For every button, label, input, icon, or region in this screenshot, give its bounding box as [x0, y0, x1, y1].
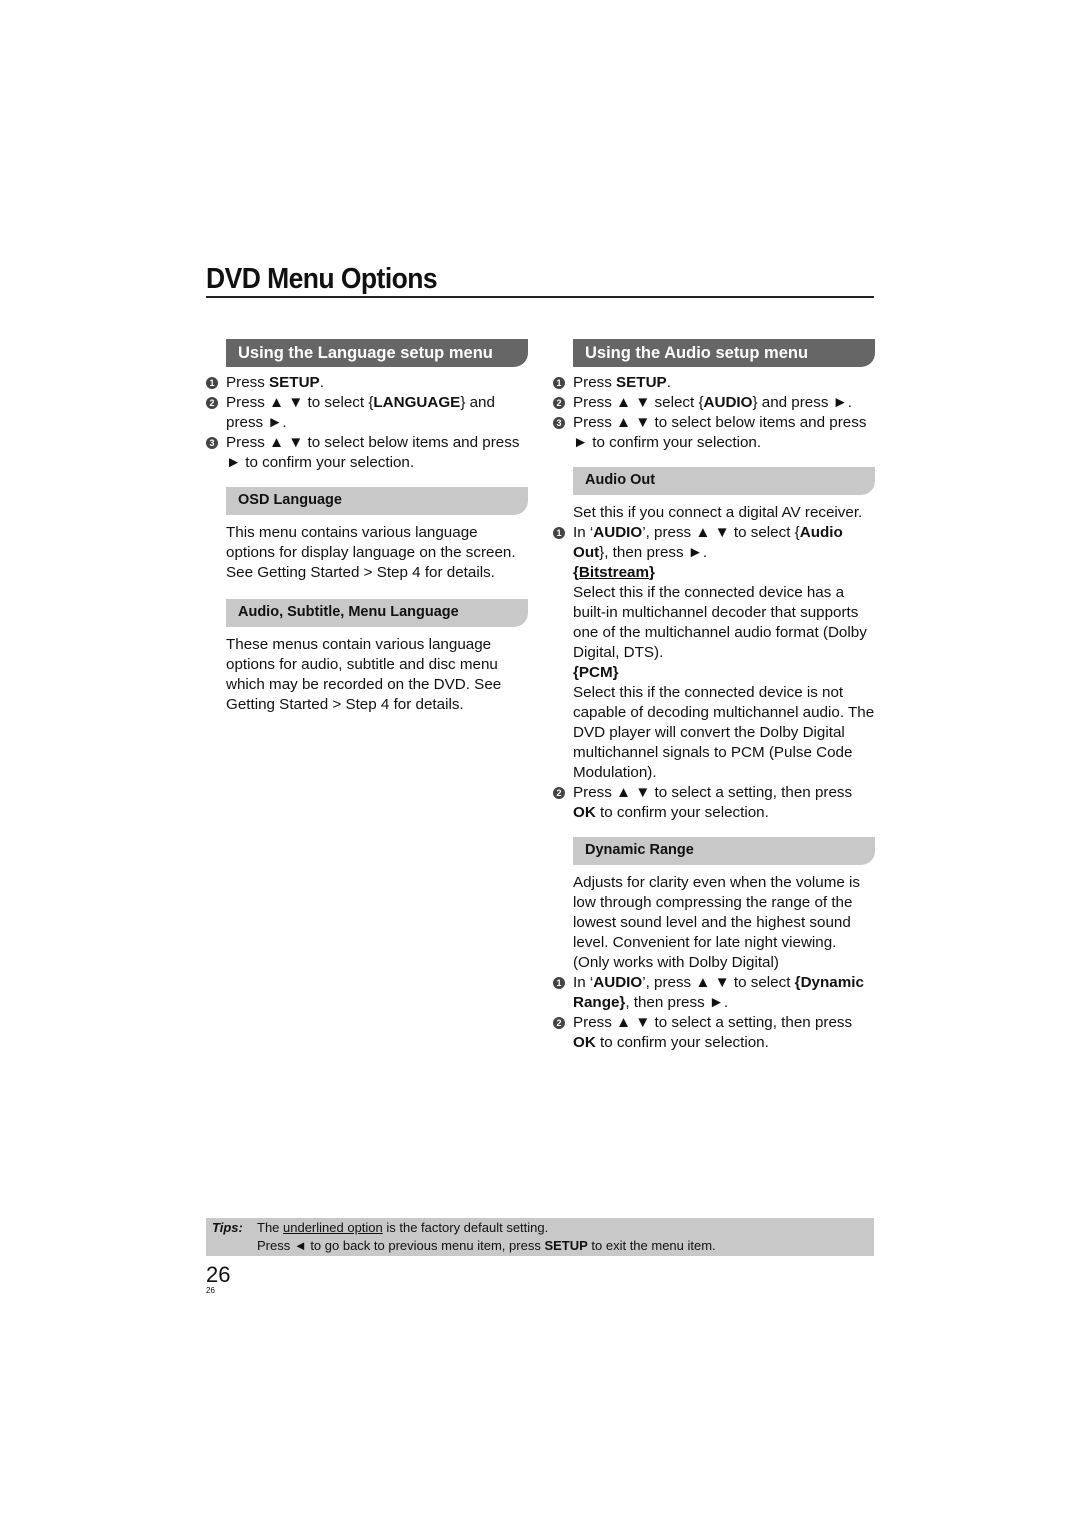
subsection-header-audio-subtitle-menu-language: Audio, Subtitle, Menu Language: [226, 599, 528, 627]
option-label-bitstream: {Bitstream}: [573, 564, 655, 581]
step-number-icon: 2: [553, 787, 565, 799]
bold-term: SETUP: [269, 374, 320, 391]
step-number-icon: 3: [553, 417, 565, 429]
text-run: to exit the menu item.: [587, 1238, 716, 1253]
text-run: Press ▲ ▼ select {: [573, 394, 704, 411]
step-number-icon: 1: [553, 527, 565, 539]
step-text: Press ▲ ▼ to select {LANGUAGE} and press…: [226, 394, 495, 431]
text-run: In ‘: [573, 974, 594, 991]
text-run: Press: [573, 374, 617, 391]
step-text: In ‘AUDIO’, press ▲ ▼ to select {Dynamic…: [573, 974, 864, 1011]
step-item: 1 Press SETUP.: [553, 373, 875, 393]
step-text: Press ▲ ▼ to select below items and pres…: [226, 434, 519, 471]
tips-bar: Tips: The underlined option is the facto…: [206, 1218, 874, 1256]
step-number-icon: 1: [553, 977, 565, 989]
bold-term: SETUP: [616, 374, 667, 391]
bold-term: LANGUAGE: [373, 394, 461, 411]
step-item: 3 Press ▲ ▼ to select below items and pre…: [553, 413, 875, 453]
option-pcm: {PCM}: [573, 663, 875, 683]
audio-out-step-1: 1 In ‘AUDIO’, press ▲ ▼ to select {Audio…: [553, 523, 875, 563]
subsection-header-osd-language: OSD Language: [226, 487, 528, 515]
bold-term: SETUP: [544, 1238, 588, 1253]
step-item: 3 Press ▲ ▼ to select below items and pre…: [206, 433, 528, 473]
text-run: } and press ►.: [752, 394, 852, 411]
dynamic-range-intro: Adjusts for clarity even when the volume…: [573, 874, 861, 971]
text-run: ’, press ▲ ▼ to select {: [642, 524, 800, 541]
text-run: Press ◄ to go back to previous menu item…: [257, 1238, 545, 1253]
option-label-pcm: {PCM}: [573, 664, 619, 681]
osd-language-description: This menu contains various language opti…: [226, 524, 516, 581]
subsection-header-audio-out: Audio Out: [573, 467, 875, 495]
audio-setup-column: Using the Audio setup menu 1 Press SETUP.…: [553, 339, 875, 1053]
step-number-icon: 3: [206, 437, 218, 449]
default-option-underlined: Bitstream: [578, 564, 649, 581]
bold-term: AUDIO: [593, 974, 643, 991]
step-text: Press SETUP.: [226, 374, 324, 391]
text-run: to confirm your selection.: [595, 804, 769, 821]
step-text: In ‘AUDIO’, press ▲ ▼ to select {Audio O…: [573, 524, 843, 561]
tips-label: Tips:: [212, 1220, 243, 1235]
language-setup-column: Using the Language setup menu 1 Press SET…: [206, 339, 528, 715]
step-item: 2 Press ▲ ▼ to select {LANGUAGE} and pres…: [206, 393, 528, 433]
step-item: 1 Press SETUP.: [206, 373, 528, 393]
text-run: .: [666, 374, 671, 391]
text-run: to confirm your selection.: [595, 1034, 769, 1051]
step-text: Press ▲ ▼ to select below items and pres…: [573, 414, 866, 451]
step-text: Press ▲ ▼ to select a setting, then pres…: [573, 784, 852, 821]
audio-out-intro: Set this if you connect a digital AV rec…: [573, 504, 863, 521]
underlined-term: underlined option: [283, 1220, 383, 1235]
dynamic-range-steps: 1 In ‘AUDIO’, press ▲ ▼ to select {Dynam…: [553, 973, 875, 1053]
tips-line-2: Press ◄ to go back to previous menu item…: [257, 1237, 716, 1255]
step-number-icon: 1: [553, 377, 565, 389]
bold-term: OK: [573, 804, 596, 821]
subsection-header-dynamic-range: Dynamic Range: [573, 837, 875, 865]
option-label-pcm-text: PCM: [578, 664, 613, 681]
dynamic-range-step-1: 1 In ‘AUDIO’, press ▲ ▼ to select {Dynam…: [553, 973, 875, 1013]
text-run: Press ▲ ▼ to select a setting, then pres…: [573, 784, 853, 801]
text-run: ’, press ▲ ▼ to select: [642, 974, 795, 991]
step-number-icon: 1: [206, 377, 218, 389]
page-title: DVD Menu Options: [206, 262, 874, 298]
text-run: The: [257, 1220, 284, 1235]
text-run: }, then press ►.: [599, 544, 708, 561]
option-bitstream: {Bitstream}: [573, 563, 875, 583]
audio-out-step-2: 2 Press ▲ ▼ to select a setting, then pr…: [553, 783, 875, 823]
text-run: In ‘: [573, 524, 594, 541]
section-header-language: Using the Language setup menu: [226, 339, 528, 367]
audio-out-step-2-list: 2 Press ▲ ▼ to select a setting, then pr…: [553, 783, 875, 823]
step-item: 2 Press ▲ ▼ select {AUDIO} and press ►.: [553, 393, 875, 413]
step-text: Press SETUP.: [573, 374, 671, 391]
text-run: Press ▲ ▼ to select below items and pres…: [226, 434, 520, 471]
audio-out-step-1-list: 1 In ‘AUDIO’, press ▲ ▼ to select {Audio…: [553, 523, 875, 563]
bold-term: AUDIO: [593, 524, 643, 541]
text-run: Press ▲ ▼ to select a setting, then pres…: [573, 1014, 853, 1031]
audio-subtitle-menu-language-description: These menus contain various language opt…: [226, 636, 502, 713]
text-run: Press: [226, 374, 270, 391]
step-number-icon: 2: [553, 1017, 565, 1029]
section-header-audio: Using the Audio setup menu: [573, 339, 875, 367]
step-number-icon: 2: [553, 397, 565, 409]
text-run: Press ▲ ▼ to select {: [226, 394, 374, 411]
text-run: .: [319, 374, 324, 391]
page-title-text: DVD Menu Options: [206, 263, 438, 295]
bold-term: AUDIO: [703, 394, 753, 411]
page-number-small: 26: [206, 1286, 215, 1295]
step-number-icon: 2: [206, 397, 218, 409]
option-bitstream-description: Select this if the connected device has …: [573, 584, 867, 661]
tips-line-1: The underlined option is the factory def…: [257, 1219, 548, 1237]
step-text: Press ▲ ▼ to select a setting, then pres…: [573, 1014, 852, 1051]
dynamic-range-step-2: 2 Press ▲ ▼ to select a setting, then pr…: [553, 1013, 875, 1053]
step-text: Press ▲ ▼ select {AUDIO} and press ►.: [573, 394, 852, 411]
text-run: , then press ►.: [625, 994, 729, 1011]
text-run: is the factory default setting.: [382, 1220, 549, 1235]
language-steps: 1 Press SETUP. 2 Press ▲ ▼ to select {LANGU…: [206, 373, 528, 473]
audio-steps: 1 Press SETUP. 2 Press ▲ ▼ select {AUDIO} a…: [553, 373, 875, 453]
option-pcm-description: Select this if the connected device is n…: [573, 684, 875, 781]
bold-term: OK: [573, 1034, 596, 1051]
text-run: Press ▲ ▼ to select below items and pres…: [573, 414, 867, 451]
page-number: 26: [206, 1262, 231, 1287]
